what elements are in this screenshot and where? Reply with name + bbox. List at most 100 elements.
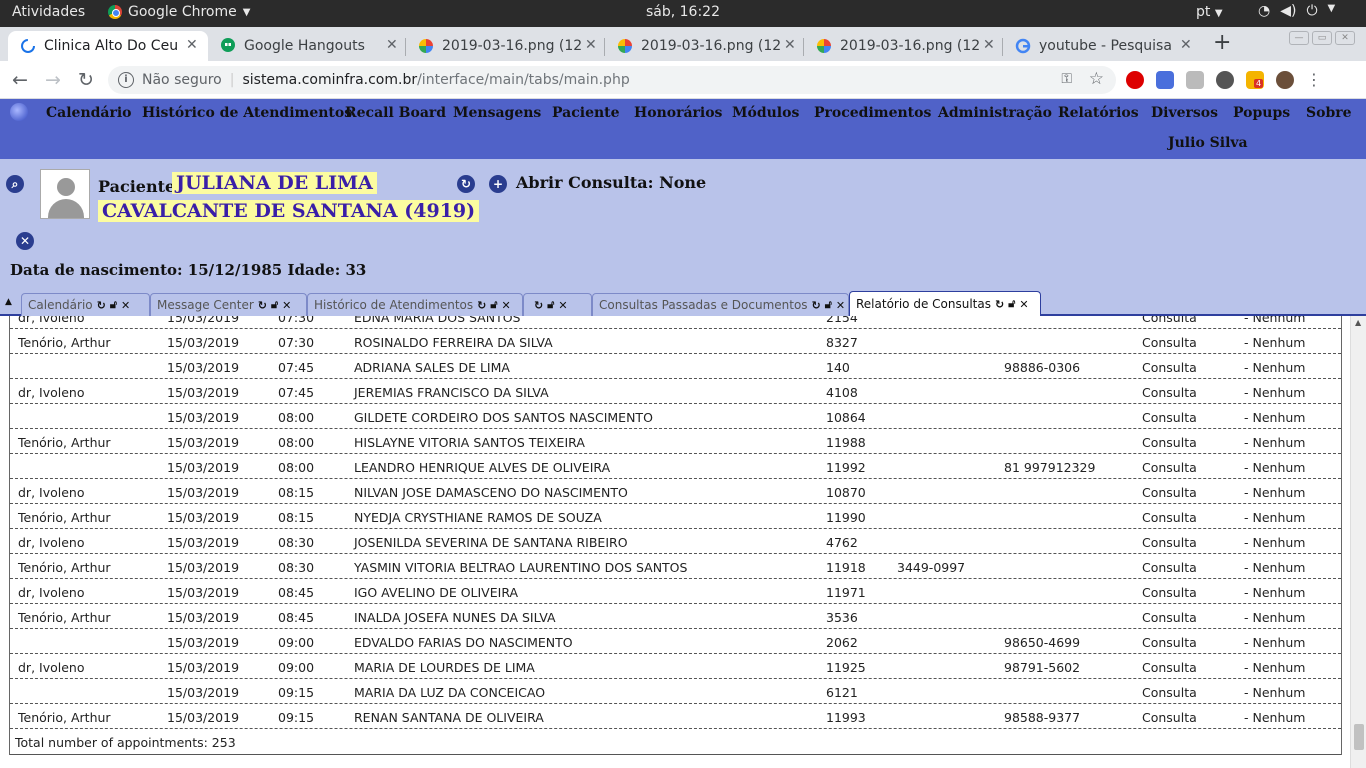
menu-administracao[interactable]: Administração: [938, 105, 1052, 121]
table-row[interactable]: 15/03/2019 08:00 GILDETE CORDEIRO DOS SANT…: [10, 404, 1341, 429]
table-row[interactable]: dr, Ivoleno 15/03/2019 08:15 NILVAN JOSE DA…: [10, 479, 1341, 504]
close-icon[interactable]: ✕: [121, 299, 130, 312]
maximize-button[interactable]: ▭: [1312, 31, 1332, 45]
scrollbar-thumb[interactable]: [1354, 724, 1364, 750]
browser-tab-youtube[interactable]: youtube - Pesquisa ✕: [1003, 31, 1200, 61]
menu-recall-board[interactable]: Recall Board: [345, 105, 446, 121]
close-icon[interactable]: ✕: [1180, 37, 1192, 53]
close-icon[interactable]: ✕: [585, 37, 597, 53]
bookmark-star-icon[interactable]: ☆: [1089, 69, 1104, 89]
refresh-icon[interactable]: ↻: [477, 299, 486, 312]
refresh-icon[interactable]: ↻: [534, 299, 543, 312]
refresh-icon[interactable]: ↻: [812, 299, 821, 312]
browser-tab-image-2[interactable]: 2019-03-16.png (128 ✕: [605, 31, 804, 61]
table-row[interactable]: Tenório, Arthur 15/03/2019 09:15 RENAN SANT…: [10, 704, 1341, 729]
menu-calendario[interactable]: Calendário: [46, 105, 132, 121]
collapse-icon[interactable]: ▲: [5, 297, 12, 307]
menu-diversos[interactable]: Diversos: [1151, 105, 1218, 121]
vertical-scrollbar[interactable]: ▲: [1350, 316, 1366, 768]
table-row[interactable]: 15/03/2019 09:15 MARIA DA LUZ DA CONCEICAO…: [10, 679, 1341, 704]
back-button[interactable]: ←: [12, 69, 28, 91]
browser-tab-image-3[interactable]: 2019-03-16.png (128 ✕: [804, 31, 1003, 61]
browser-tab-clinica[interactable]: Clinica Alto Do Ceu ✕: [8, 31, 208, 61]
close-icon[interactable]: ✕: [836, 299, 845, 312]
unlock-icon[interactable]: 🔓︎: [547, 298, 554, 312]
table-row[interactable]: dr, Ivoleno 15/03/2019 09:00 MARIA DE LOURD…: [10, 654, 1341, 679]
close-window-button[interactable]: ✕: [1335, 31, 1355, 45]
address-bar[interactable]: i Não seguro | sistema.cominfra.com.br/i…: [108, 66, 1116, 94]
language-indicator[interactable]: pt ▼: [1196, 4, 1223, 20]
menu-honorarios[interactable]: Honorários: [634, 105, 722, 121]
refresh-icon[interactable]: ↻: [457, 175, 475, 193]
tab-relatorio-consultas[interactable]: Relatório de Consultas ↻ 🔓︎ ✕: [849, 291, 1041, 316]
refresh-icon[interactable]: ↻: [97, 299, 106, 312]
current-user[interactable]: Julio Silva: [1168, 135, 1248, 151]
close-icon[interactable]: ✕: [558, 299, 567, 312]
close-icon[interactable]: ✕: [983, 37, 995, 53]
tab-message-center[interactable]: Message Center ↻ 🔓︎ ✕: [150, 293, 307, 316]
appointment-type-cell: Consulta: [1142, 660, 1197, 675]
table-row[interactable]: Tenório, Arthur 15/03/2019 08:15 NYEDJA CRY…: [10, 504, 1341, 529]
camera-icon[interactable]: [1216, 70, 1234, 89]
close-icon[interactable]: ✕: [501, 299, 510, 312]
browser-tab-hangouts[interactable]: Google Hangouts ✕: [208, 31, 406, 61]
close-icon[interactable]: ✕: [1019, 298, 1028, 311]
table-row[interactable]: Tenório, Arthur 15/03/2019 08:30 YASMIN VIT…: [10, 554, 1341, 579]
unlock-icon[interactable]: 🔓︎: [110, 298, 117, 312]
table-row[interactable]: dr, Ivoleno 15/03/2019 07:45 JEREMIAS FRANC…: [10, 379, 1341, 404]
refresh-icon[interactable]: ↻: [258, 299, 267, 312]
tab-calendario[interactable]: Calendário ↻ 🔓︎ ✕: [21, 293, 150, 316]
adblock-icon[interactable]: [1126, 70, 1144, 89]
browser-tab-image-1[interactable]: 2019-03-16.png (128 ✕: [406, 31, 605, 61]
reload-button[interactable]: ↻: [78, 69, 94, 91]
scroll-up-arrow[interactable]: ▲: [1355, 318, 1361, 327]
menu-sobre[interactable]: Sobre: [1306, 105, 1352, 121]
unlock-icon[interactable]: 🔓︎: [490, 298, 497, 312]
table-row[interactable]: Tenório, Arthur 15/03/2019 08:45 INALDA JOS…: [10, 604, 1341, 629]
search-icon[interactable]: ⌕: [6, 175, 24, 193]
table-row[interactable]: dr, Ivoleno 15/03/2019 07:30 EDNA MARIA DOS…: [10, 316, 1341, 329]
table-row[interactable]: Tenório, Arthur 15/03/2019 08:00 HISLAYNE V…: [10, 429, 1341, 454]
menu-popups[interactable]: Popups: [1233, 105, 1290, 121]
menu-historico[interactable]: Histórico de Atendimentos: [142, 105, 352, 121]
menu-procedimentos[interactable]: Procedimentos: [814, 105, 931, 121]
table-row[interactable]: 15/03/2019 07:45 ADRIANA SALES DE LIMA 140 9…: [10, 354, 1341, 379]
tab-untitled[interactable]: ↻ 🔓︎ ✕: [523, 293, 592, 316]
close-icon[interactable]: ✕: [186, 37, 198, 53]
system-tray[interactable]: ◔ ◀) ⏻ ▼: [1258, 3, 1335, 19]
table-row[interactable]: dr, Ivoleno 15/03/2019 08:30 JOSENILDA SEVE…: [10, 529, 1341, 554]
appointment-type-cell: Consulta: [1142, 360, 1197, 375]
cast-icon[interactable]: [1186, 70, 1204, 89]
table-row[interactable]: 15/03/2019 09:00 EDVALDO FARIAS DO NASCIME…: [10, 629, 1341, 654]
activities-button[interactable]: Atividades: [12, 4, 85, 20]
unlock-icon[interactable]: 🔓︎: [1008, 297, 1015, 311]
close-icon[interactable]: ✕: [16, 232, 34, 250]
menu-mensagens[interactable]: Mensagens: [453, 105, 541, 121]
notification-extension-icon[interactable]: 4: [1246, 70, 1264, 89]
tab-historico[interactable]: Histórico de Atendimentos ↻ 🔓︎ ✕: [307, 293, 523, 316]
close-icon[interactable]: ✕: [386, 37, 398, 53]
add-icon[interactable]: +: [489, 175, 507, 193]
menu-relatorios[interactable]: Relatórios: [1058, 105, 1139, 121]
table-row[interactable]: Tenório, Arthur 15/03/2019 07:30 ROSINALDO …: [10, 329, 1341, 354]
unlock-icon[interactable]: 🔓︎: [825, 298, 832, 312]
close-icon[interactable]: ✕: [784, 37, 796, 53]
menu-paciente[interactable]: Paciente: [552, 105, 620, 121]
new-tab-button[interactable]: +: [1213, 30, 1231, 55]
translate-icon[interactable]: [1156, 70, 1174, 89]
refresh-icon[interactable]: ↻: [995, 298, 1004, 311]
table-row[interactable]: dr, Ivoleno 15/03/2019 08:45 IGO AVELINO DE…: [10, 579, 1341, 604]
more-menu-icon[interactable]: ⋮: [1306, 70, 1322, 89]
menu-modulos[interactable]: Módulos: [732, 105, 799, 121]
app-logo-icon[interactable]: [10, 103, 28, 121]
forward-button[interactable]: →: [45, 69, 61, 91]
profile-avatar[interactable]: [1276, 70, 1294, 89]
info-icon[interactable]: i: [118, 72, 134, 88]
key-icon[interactable]: ⚿: [1061, 71, 1072, 87]
close-icon[interactable]: ✕: [282, 299, 291, 312]
table-row[interactable]: 15/03/2019 08:00 LEANDRO HENRIQUE ALVES DE…: [10, 454, 1341, 479]
app-menu[interactable]: Google Chrome ▼: [108, 4, 250, 20]
tab-consultas-passadas[interactable]: Consultas Passadas e Documentos ↻ 🔓︎ ✕: [592, 293, 849, 316]
minimize-button[interactable]: —: [1289, 31, 1309, 45]
unlock-icon[interactable]: 🔓︎: [271, 298, 278, 312]
